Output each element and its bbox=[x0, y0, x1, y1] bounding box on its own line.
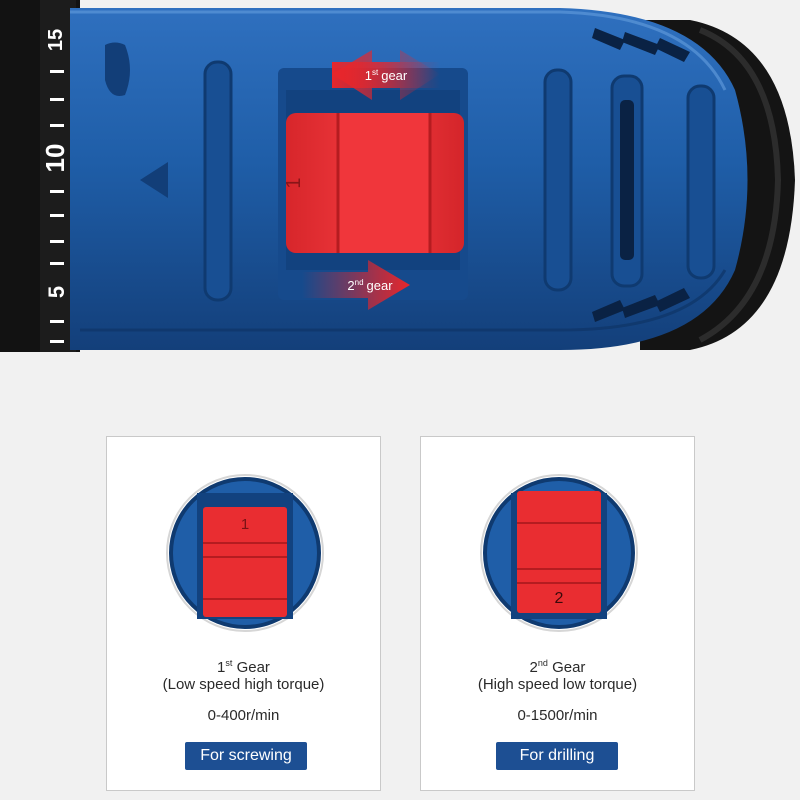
switch-gear-number: 1 bbox=[283, 177, 305, 188]
drill-gear-switch-photo: 15 10 5 1 1st gear 2nd gear bbox=[0, 0, 800, 400]
gear-switch: 1 bbox=[283, 113, 464, 253]
use-badge-screwing: For screwing bbox=[185, 742, 307, 770]
gear-description: (Low speed high torque) bbox=[162, 676, 325, 693]
gear-description: (High speed low torque) bbox=[477, 676, 638, 693]
gear-speed: 0-400r/min bbox=[207, 707, 280, 724]
gear-speed: 0-1500r/min bbox=[517, 707, 598, 724]
svg-text:2ndgear: 2nd gear bbox=[347, 278, 393, 293]
first-gear-switch-zoom: 1 bbox=[166, 474, 324, 632]
torque-number-15: 15 bbox=[45, 29, 67, 51]
zoom-gear-number: 2 bbox=[555, 590, 564, 607]
second-gear-card: 2 2nd Gear (High speed low torque) 0-150… bbox=[420, 436, 695, 791]
use-badge-drilling: For drilling bbox=[496, 742, 618, 770]
first-gear-card: 1 1st Gear (Low speed high torque) 0-400… bbox=[106, 436, 381, 791]
gear-title: 1st Gear bbox=[217, 658, 270, 677]
torque-number-5: 5 bbox=[44, 286, 69, 298]
zoom-gear-number: 1 bbox=[241, 516, 249, 533]
second-gear-switch-zoom: 2 bbox=[480, 474, 638, 632]
torque-number-10: 10 bbox=[40, 144, 70, 173]
svg-text:1stgear: 1st gear bbox=[365, 68, 408, 83]
gear-title: 2nd Gear bbox=[529, 658, 586, 677]
